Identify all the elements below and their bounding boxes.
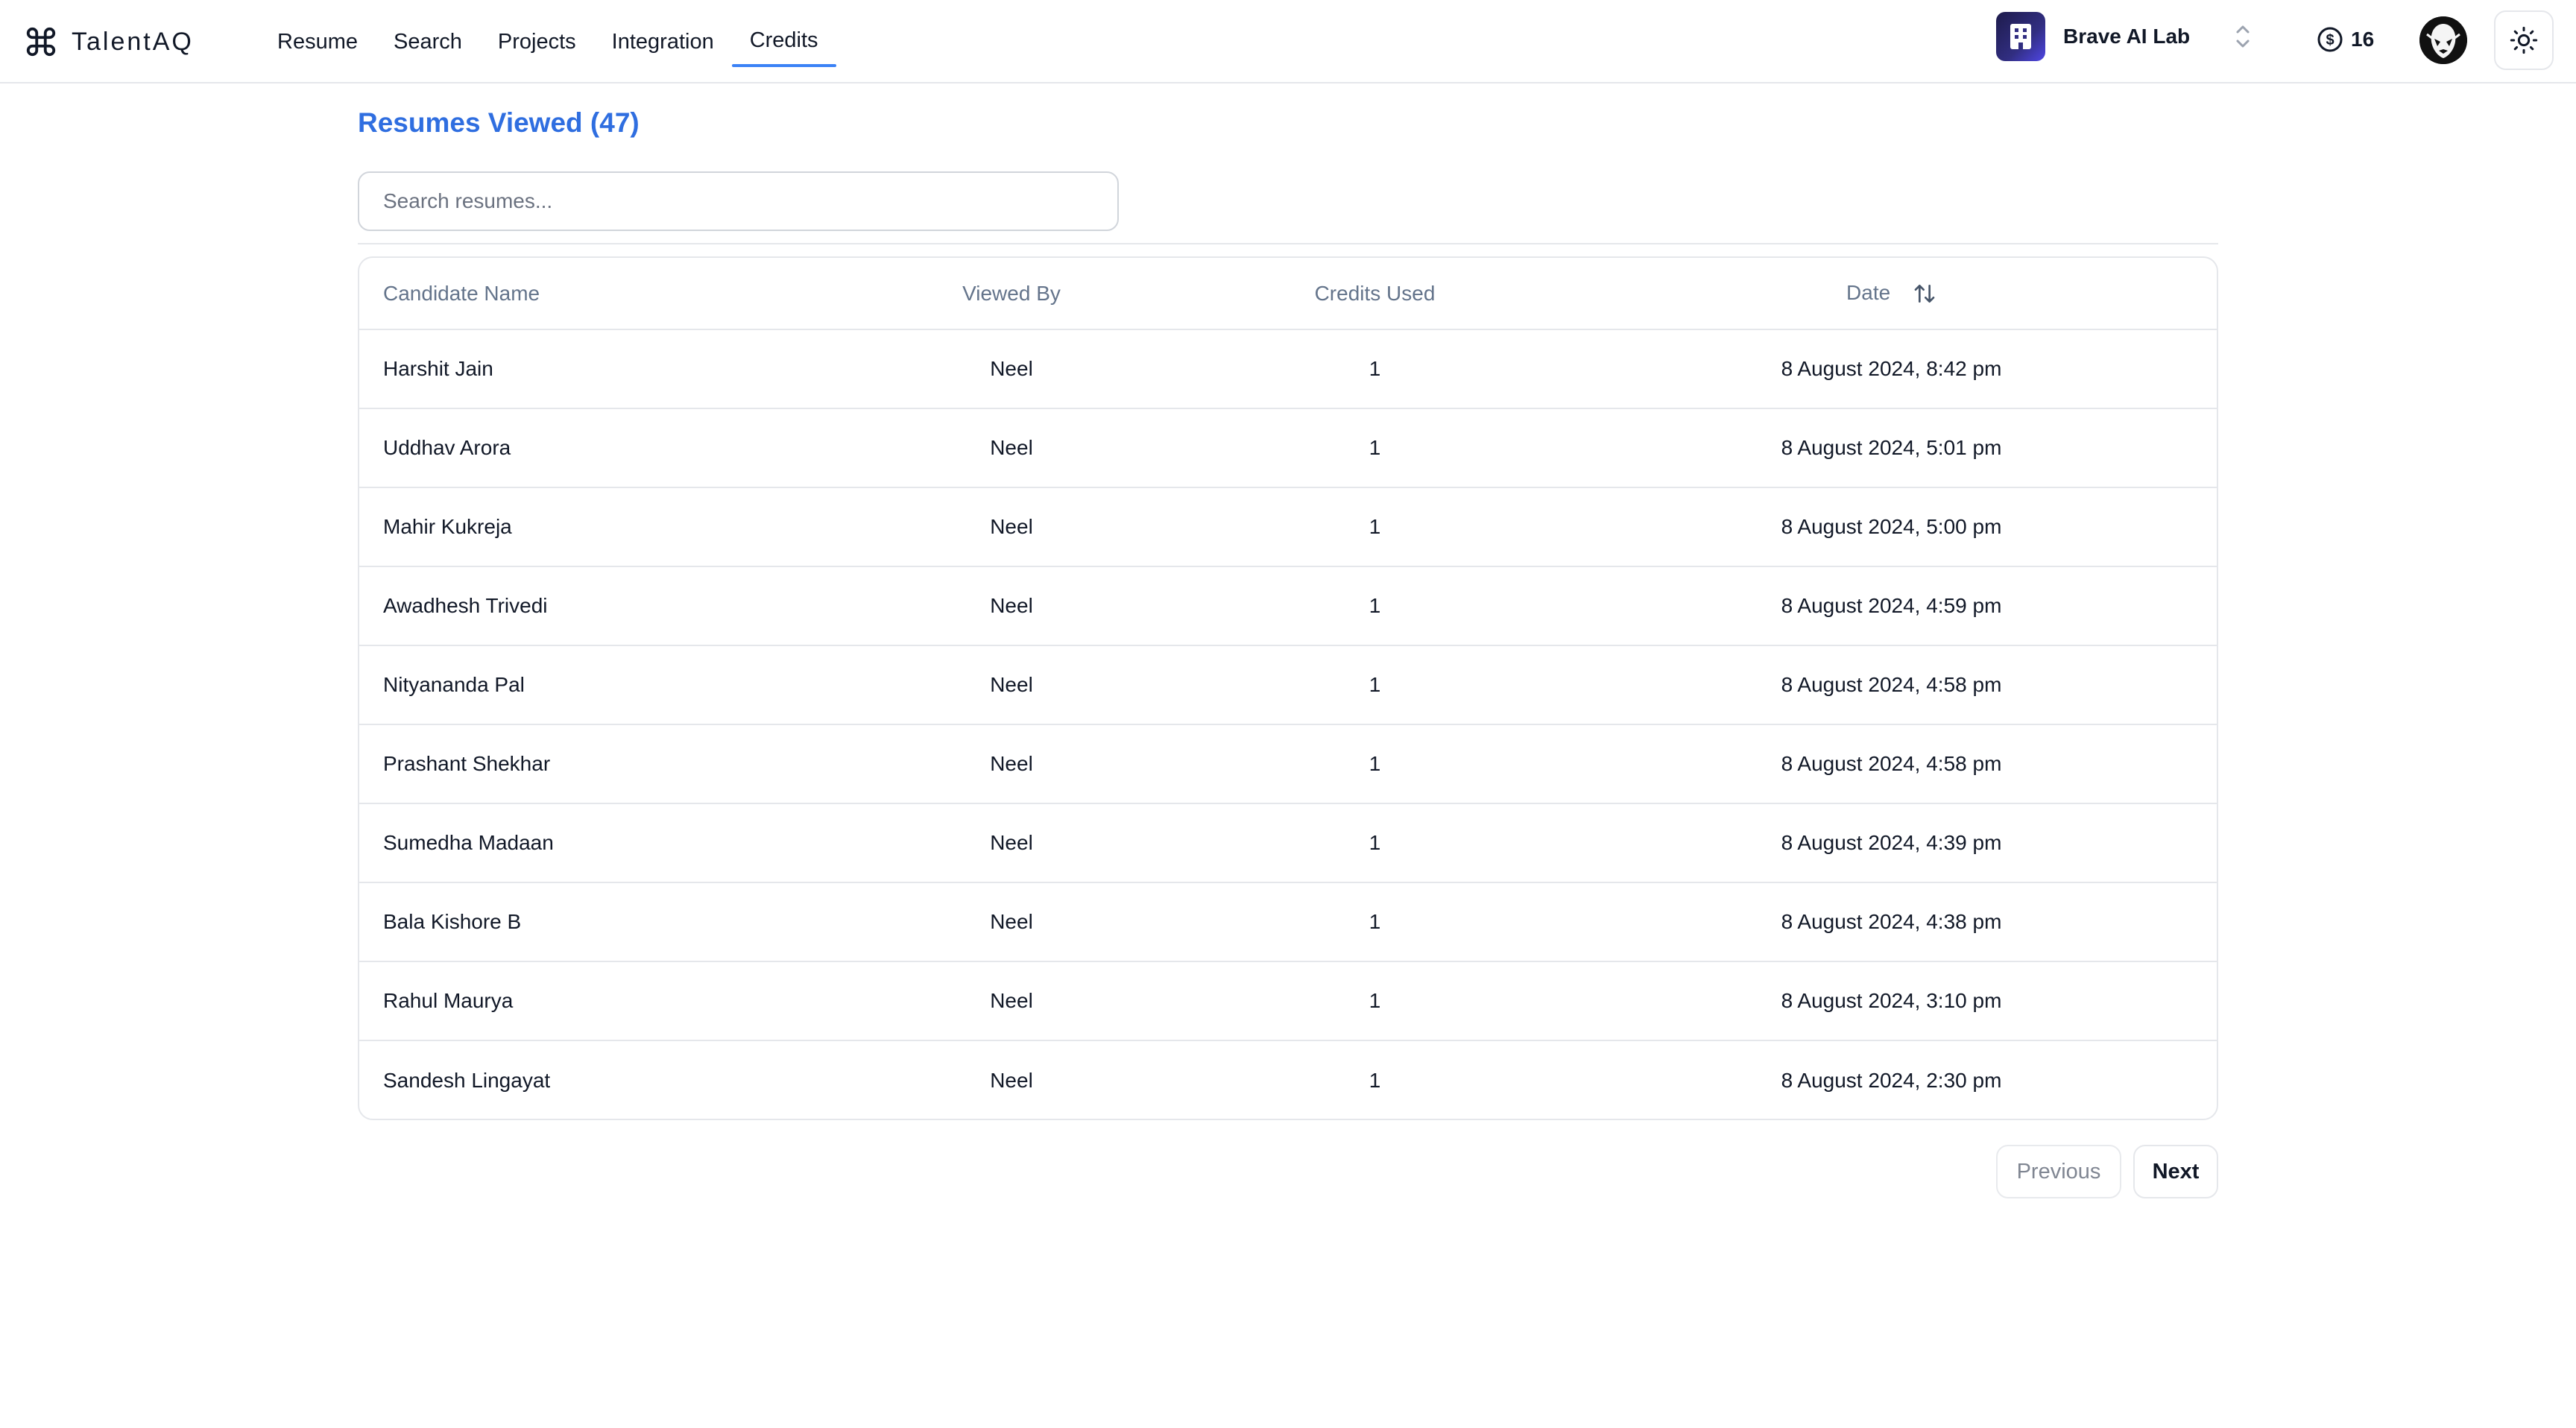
table-header-row: Candidate Name Viewed By Credits Used Da… <box>359 258 2217 330</box>
theme-toggle-button[interactable] <box>2494 10 2554 70</box>
brand-name: TalentAQ <box>72 27 194 56</box>
column-header-date[interactable]: Date <box>1563 258 2217 330</box>
divider <box>358 243 2218 244</box>
cell-date: 8 August 2024, 4:39 pm <box>1563 803 2217 883</box>
cell-candidate-name: Nityananda Pal <box>359 645 836 725</box>
main-nav: Resume Search Projects Integration Credi… <box>259 0 836 83</box>
cell-credits-used: 1 <box>1187 645 1563 725</box>
table-row[interactable]: Rahul Maurya Neel 1 8 August 2024, 3:10 … <box>359 961 2217 1041</box>
brand[interactable]: TalentAQ <box>24 21 194 63</box>
cell-credits-used: 1 <box>1187 882 1563 962</box>
cell-candidate-name: Awadhesh Trivedi <box>359 566 836 646</box>
cell-candidate-name: Sumedha Madaan <box>359 803 836 883</box>
cell-date: 8 August 2024, 3:10 pm <box>1563 961 2217 1041</box>
dollar-circle-icon: $ <box>2317 27 2343 52</box>
table-row[interactable]: Uddhav Arora Neel 1 8 August 2024, 5:01 … <box>359 408 2217 488</box>
cell-candidate-name: Harshit Jain <box>359 329 836 409</box>
cell-candidate-name: Rahul Maurya <box>359 961 836 1041</box>
cell-viewed-by: Neel <box>836 645 1187 725</box>
command-icon <box>26 27 56 57</box>
nav-item-integration[interactable]: Integration <box>594 0 732 83</box>
cell-viewed-by: Neel <box>836 329 1187 409</box>
cell-date: 8 August 2024, 5:00 pm <box>1563 487 2217 567</box>
table-row[interactable]: Prashant Shekhar Neel 1 8 August 2024, 4… <box>359 724 2217 804</box>
cell-date: 8 August 2024, 2:30 pm <box>1781 1068 2002 1092</box>
cell-viewed-by: Neel <box>990 1068 1033 1092</box>
nav-item-credits[interactable]: Credits <box>731 0 836 83</box>
cell-viewed-by: Neel <box>836 408 1187 488</box>
workspace-logo <box>1996 12 2045 61</box>
credits-count: 16 <box>2351 28 2375 51</box>
sort-arrows-icon[interactable] <box>1913 282 1936 306</box>
nav-item-projects[interactable]: Projects <box>480 0 594 83</box>
cell-candidate-name: Bala Kishore B <box>359 882 836 962</box>
cell-credits-used: 1 <box>1187 329 1563 409</box>
cell-viewed-by: Neel <box>836 566 1187 646</box>
cell-credits-used: 1 <box>1187 408 1563 488</box>
cell-viewed-by: Neel <box>836 882 1187 962</box>
cell-credits-used: 1 <box>1368 1068 1381 1092</box>
table-row[interactable]: Harshit Jain Neel 1 8 August 2024, 8:42 … <box>359 329 2217 409</box>
cell-credits-used: 1 <box>1187 566 1563 646</box>
svg-text:$: $ <box>2326 32 2334 48</box>
cell-date: 8 August 2024, 4:58 pm <box>1563 724 2217 804</box>
cell-candidate-name: Uddhav Arora <box>359 408 836 488</box>
cell-credits-used: 1 <box>1187 487 1563 567</box>
cell-date: 8 August 2024, 5:01 pm <box>1563 408 2217 488</box>
previous-page-button[interactable]: Previous <box>1996 1145 2121 1198</box>
resumes-table: Candidate Name Viewed By Credits Used Da… <box>359 258 2217 1119</box>
table-row[interactable]: Sandesh Lingayat Neel 1 8 August 2024, 2… <box>359 1040 2217 1119</box>
table-row[interactable]: Sumedha Madaan Neel 1 8 August 2024, 4:3… <box>359 803 2217 883</box>
cell-candidate-name: Prashant Shekhar <box>359 724 836 804</box>
cell-candidate-name: Mahir Kukreja <box>359 487 836 567</box>
cell-credits-used: 1 <box>1187 724 1563 804</box>
workspace-switcher[interactable]: Brave AI Lab <box>1996 10 2253 63</box>
page-title: Resumes Viewed (47) <box>358 107 640 138</box>
nav-item-resume[interactable]: Resume <box>259 0 376 83</box>
column-header-credits-used: Credits Used <box>1187 258 1563 330</box>
cell-candidate-name: Sandesh Lingayat <box>383 1068 551 1092</box>
building-icon <box>2010 24 2031 49</box>
cell-date: 8 August 2024, 4:59 pm <box>1563 566 2217 646</box>
avatar-image <box>2419 16 2467 64</box>
column-header-candidate-name: Candidate Name <box>359 258 836 330</box>
search-input[interactable] <box>358 171 1119 231</box>
cell-date: 8 August 2024, 4:38 pm <box>1563 882 2217 962</box>
workspace-name: Brave AI Lab <box>2063 25 2191 48</box>
sun-icon <box>2510 26 2538 54</box>
nav-item-search[interactable]: Search <box>376 0 480 83</box>
cell-viewed-by: Neel <box>836 487 1187 567</box>
cell-credits-used: 1 <box>1187 803 1563 883</box>
table-row[interactable]: Awadhesh Trivedi Neel 1 8 August 2024, 4… <box>359 566 2217 646</box>
resumes-table-container: Candidate Name Viewed By Credits Used Da… <box>358 256 2218 1120</box>
table-row[interactable]: Mahir Kukreja Neel 1 8 August 2024, 5:00… <box>359 487 2217 567</box>
top-navigation-bar: TalentAQ Resume Search Projects Integrat… <box>0 0 2576 83</box>
column-header-date-label: Date <box>1846 280 1891 304</box>
cell-date: 8 August 2024, 8:42 pm <box>1563 329 2217 409</box>
credits-balance[interactable]: $ 16 <box>2317 22 2374 57</box>
column-header-viewed-by: Viewed By <box>836 258 1187 330</box>
user-avatar[interactable] <box>2419 16 2467 64</box>
table-row[interactable]: Nityananda Pal Neel 1 8 August 2024, 4:5… <box>359 645 2217 725</box>
cell-viewed-by: Neel <box>836 724 1187 804</box>
cell-date: 8 August 2024, 4:58 pm <box>1563 645 2217 725</box>
next-page-button[interactable]: Next <box>2133 1145 2218 1198</box>
chevrons-up-down-icon <box>2236 25 2250 48</box>
table-row[interactable]: Bala Kishore B Neel 1 8 August 2024, 4:3… <box>359 882 2217 962</box>
cell-viewed-by: Neel <box>836 961 1187 1041</box>
cell-viewed-by: Neel <box>836 803 1187 883</box>
cell-credits-used: 1 <box>1187 961 1563 1041</box>
